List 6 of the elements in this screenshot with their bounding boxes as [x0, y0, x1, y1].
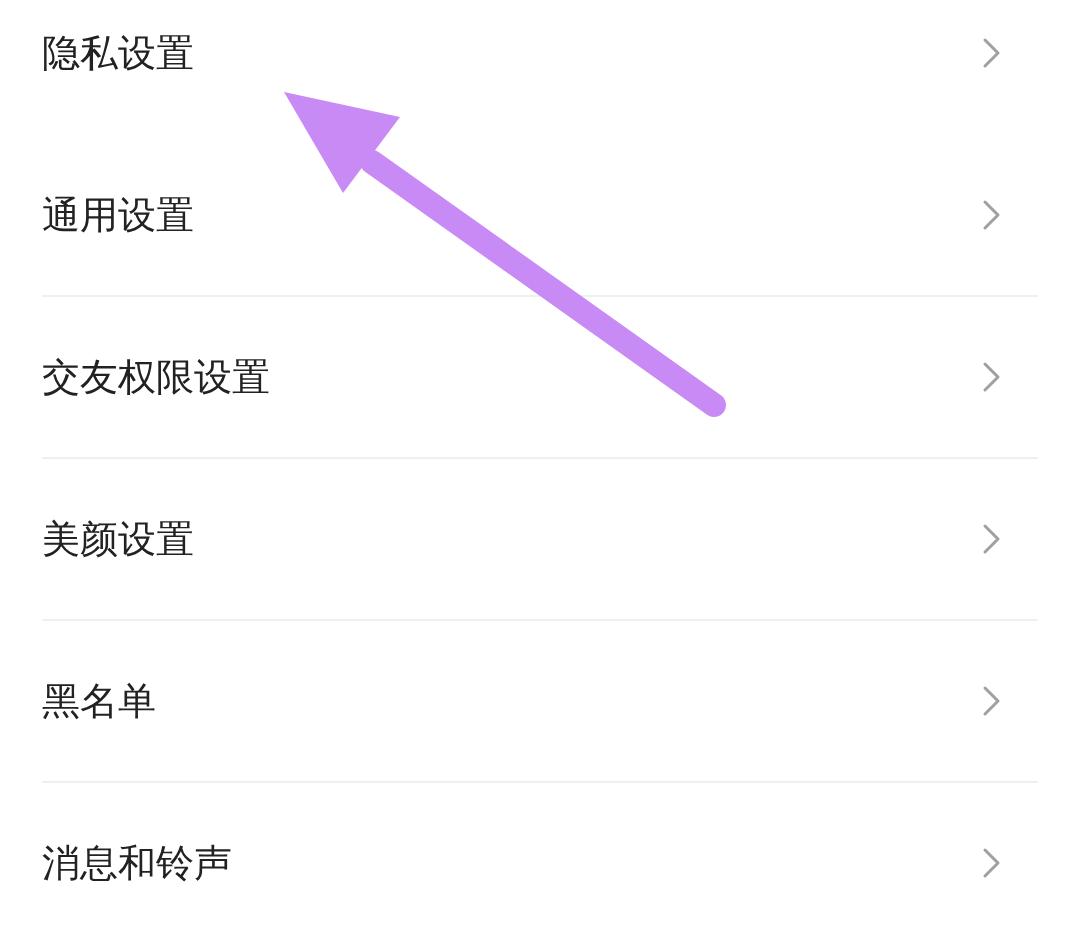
chevron-icon: [982, 847, 1002, 879]
chevron-icon: [982, 523, 1002, 555]
chevron-icon: [982, 361, 1002, 393]
chevron-icon: [982, 685, 1002, 717]
chevron-icon: [982, 199, 1002, 231]
chevron-icon: [982, 37, 1002, 69]
